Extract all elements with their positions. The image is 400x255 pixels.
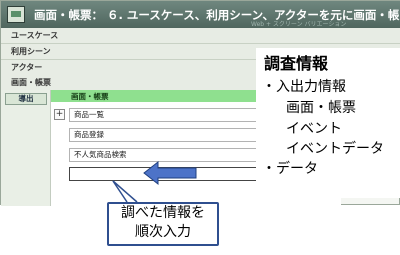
callout-box: 調べた情報を 順次入力 [107,202,219,246]
callout-line-1: 調べた情報を [121,205,205,221]
callout-line-2: 順次入力 [135,224,191,240]
left-arrow-icon [143,160,197,186]
